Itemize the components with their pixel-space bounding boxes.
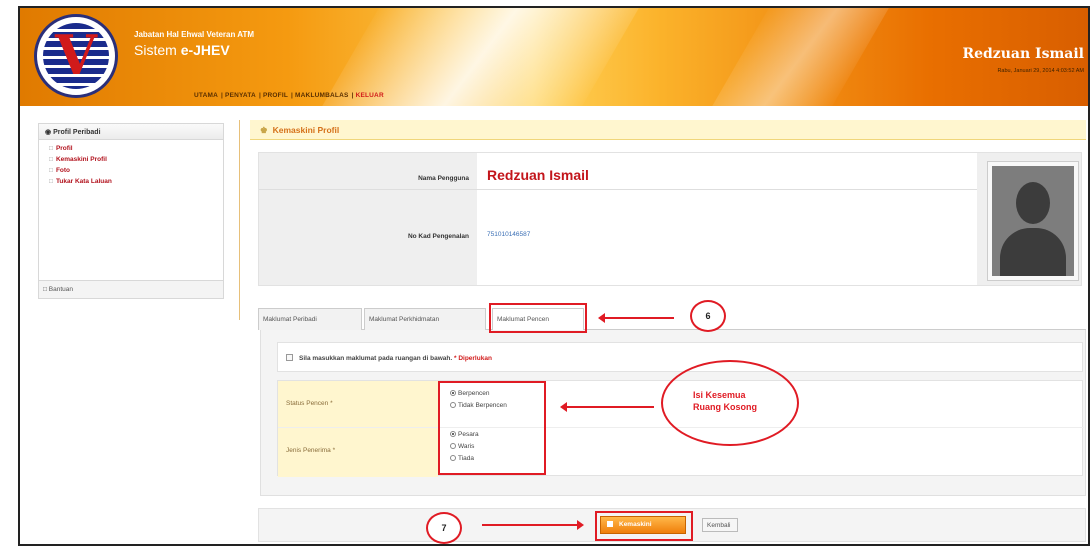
sidebar-item-kemaskini-profil[interactable]: Kemaskini Profil bbox=[49, 154, 213, 165]
menu-item-utama[interactable]: UTAMA bbox=[194, 92, 218, 99]
required-note: * Diperlukan bbox=[453, 355, 492, 362]
notice-text: Sila masukkan maklumat pada ruangan di b… bbox=[299, 355, 453, 362]
date-time: Rabu, Januari 29, 2014 4:03:52 AM bbox=[997, 68, 1084, 74]
arrow-to-update-button bbox=[482, 520, 584, 530]
help-label: Bantuan bbox=[48, 286, 73, 293]
arrow-to-radio-group bbox=[560, 402, 654, 412]
system-prefix: Sistem bbox=[134, 42, 181, 58]
edit-profile-icon: ♚ bbox=[260, 125, 268, 135]
callout-line-1: Isi Kesemua bbox=[693, 390, 746, 400]
menu-item-keluar[interactable]: KELUAR bbox=[356, 92, 384, 99]
recipient-type-label: Jenis Penerima * bbox=[278, 428, 438, 477]
profile-summary: Nama Pengguna Redzuan Ismail No Kad Peng… bbox=[258, 152, 1082, 286]
notice-checkbox-icon bbox=[286, 354, 293, 361]
help-link[interactable]: □ Bantuan bbox=[39, 280, 223, 298]
form-notice: Sila masukkan maklumat pada ruangan di b… bbox=[277, 342, 1083, 372]
back-button[interactable]: Kembali bbox=[702, 518, 738, 532]
system-name: e-JHEV bbox=[180, 42, 230, 58]
page-title-bar: ♚ Kemaskini Profil bbox=[250, 120, 1086, 140]
top-menu: UTAMA | PENYATA | PROFIL | MAKLUMBALAS | KEL… bbox=[194, 92, 384, 99]
sidebar-title-label: Profil Peribadi bbox=[53, 129, 101, 136]
step-7-marker: 7 bbox=[426, 512, 462, 544]
user-name: Redzuan Ismail bbox=[962, 46, 1084, 62]
avatar-placeholder-icon bbox=[992, 166, 1074, 276]
jhev-logo: V bbox=[34, 14, 118, 98]
callout-line-2: Ruang Kosong bbox=[693, 402, 757, 412]
highlight-pension-tab bbox=[489, 303, 587, 333]
id-label: No Kad Pengenalan bbox=[407, 233, 469, 240]
header-banner: V Jabatan Hal Ehwal Veteran ATM Sistem e… bbox=[20, 8, 1088, 106]
step-6-marker: 6 bbox=[690, 300, 726, 332]
sidebar-title: ◉ Profil Peribadi bbox=[39, 124, 223, 140]
sidebar-menu: Profil Kemaskini Profil Foto Tukar Kata … bbox=[39, 140, 223, 190]
user-icon: ◉ bbox=[45, 129, 54, 136]
app-window: V Jabatan Hal Ehwal Veteran ATM Sistem e… bbox=[18, 6, 1090, 546]
banner-decoration bbox=[699, 8, 901, 106]
highlight-radio-group bbox=[438, 381, 546, 475]
menu-item-maklumbalas[interactable]: MAKLUMBALAS bbox=[295, 92, 348, 99]
name-label: Nama Pengguna bbox=[418, 175, 469, 182]
tab-maklumat-perkhidmatan[interactable]: Maklumat Perkhidmatan bbox=[364, 308, 486, 330]
arrow-to-pension-tab bbox=[598, 313, 674, 323]
page-title: Kemaskini Profil bbox=[272, 125, 340, 135]
highlight-update-button bbox=[595, 511, 693, 541]
sidebar-item-tukar-kata-laluan[interactable]: Tukar Kata Laluan bbox=[49, 176, 213, 187]
system-title: Sistem e-JHEV bbox=[134, 42, 230, 58]
sidebar-item-foto[interactable]: Foto bbox=[49, 165, 213, 176]
sidebar-item-profil[interactable]: Profil bbox=[49, 143, 213, 154]
tab-maklumat-peribadi[interactable]: Maklumat Peribadi bbox=[258, 308, 362, 330]
org-name: Jabatan Hal Ehwal Veteran ATM bbox=[134, 30, 255, 39]
menu-item-penyata[interactable]: PENYATA bbox=[225, 92, 256, 99]
status-label: Status Pencen * bbox=[278, 381, 438, 427]
profile-divider bbox=[259, 189, 977, 190]
sidebar-divider bbox=[239, 120, 240, 320]
id-value: 751010146587 bbox=[487, 231, 531, 238]
sidebar: ◉ Profil Peribadi Profil Kemaskini Profi… bbox=[38, 123, 224, 299]
menu-item-profil[interactable]: PROFIL bbox=[263, 92, 288, 99]
profile-photo bbox=[987, 161, 1079, 281]
name-value: Redzuan Ismail bbox=[487, 167, 589, 183]
instruction-callout: Isi Kesemua Ruang Kosong bbox=[661, 360, 799, 446]
help-icon: □ bbox=[43, 286, 47, 293]
